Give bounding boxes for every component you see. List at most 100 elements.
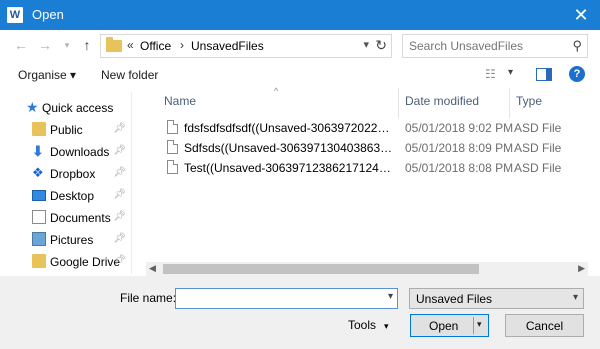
column-header-name[interactable]: Name	[164, 94, 196, 108]
sidebar-item-label: Public	[50, 123, 83, 137]
tools-label: Tools	[348, 318, 377, 332]
open-options-chevron-icon[interactable]: ▾	[477, 319, 482, 330]
file-type: ASD File	[514, 141, 562, 155]
preview-pane-icon[interactable]	[536, 68, 552, 81]
cancel-label: Cancel	[525, 319, 564, 333]
pin-icon: 📌︎	[113, 211, 126, 222]
file-date: 05/01/2018 8:09 PM	[405, 141, 514, 155]
sidebar-item-dropbox[interactable]: ❖ Dropbox 📌︎	[14, 163, 131, 185]
search-input[interactable]	[409, 38, 559, 54]
search-icon[interactable]: ⚲	[572, 38, 582, 54]
sidebar-item-quick-access[interactable]: ★ Quick access	[14, 97, 131, 119]
sidebar-item-downloads[interactable]: ⬇ Downloads 📌︎	[14, 141, 131, 163]
desktop-icon	[32, 190, 46, 201]
tools-button[interactable]: Tools ▾	[348, 318, 389, 332]
help-icon[interactable]: ?	[569, 66, 585, 82]
pin-icon: 📌︎	[113, 255, 126, 266]
search-box[interactable]: ⚲	[402, 34, 588, 58]
file-name-input[interactable]	[179, 291, 374, 306]
breadcrumb-separator: ›	[180, 38, 184, 52]
address-dropdown-icon[interactable]: ▾	[363, 38, 369, 51]
breadcrumb-overflow[interactable]: «	[127, 38, 134, 52]
horizontal-scrollbar[interactable]: ◀ ▶	[146, 262, 588, 276]
file-name: fdsfsdfsdfsdf((Unsaved-306397202225682..…	[184, 121, 396, 135]
file-icon	[167, 140, 178, 154]
file-type: ASD File	[514, 161, 562, 175]
address-row: ← → ▾ ↑ « Office › UnsavedFiles ▾ ↻ ⚲	[0, 30, 600, 62]
back-arrow-icon[interactable]: ←	[12, 36, 30, 54]
window-title: Open	[32, 7, 64, 22]
forward-arrow-icon[interactable]: →	[36, 36, 54, 54]
open-button[interactable]: Open ▾	[410, 314, 489, 337]
scroll-right-icon[interactable]: ▶	[578, 263, 585, 274]
scroll-left-icon[interactable]: ◀	[149, 263, 156, 274]
sidebar-item-label: Google Drive	[50, 255, 121, 269]
bottom-panel: File name: ▾ Unsaved Files ▾ Tools ▾ Open…	[0, 276, 600, 349]
file-icon	[167, 160, 178, 174]
star-icon: ★	[26, 99, 39, 115]
column-header-date[interactable]: Date modified	[405, 94, 479, 108]
file-name-label: File name:	[120, 291, 177, 305]
command-bar: Organise ▾ New folder ☷ ▾ ?	[0, 62, 600, 88]
column-divider[interactable]	[509, 88, 510, 118]
sidebar-item-label: Dropbox	[50, 167, 96, 181]
sidebar-item-label: Desktop	[50, 189, 95, 203]
column-divider[interactable]	[398, 88, 399, 118]
column-header-type[interactable]: Type	[516, 94, 542, 108]
pin-icon: 📌︎	[113, 123, 126, 134]
breadcrumb-office[interactable]: Office	[140, 39, 171, 53]
file-row[interactable]: Test((Unsaved-306397123862171248)).asd 0…	[164, 158, 588, 178]
scrollbar-thumb[interactable]	[163, 264, 479, 274]
recent-locations-chevron-icon[interactable]: ▾	[58, 36, 76, 54]
file-row[interactable]: fdsfsdfsdfsdf((Unsaved-306397202225682..…	[164, 118, 588, 138]
pictures-icon	[32, 232, 46, 246]
folder-icon	[32, 122, 46, 136]
up-arrow-icon[interactable]: ↑	[78, 36, 96, 54]
file-type-select[interactable]: Unsaved Files ▾	[409, 288, 584, 309]
open-label: Open	[429, 319, 459, 333]
refresh-icon[interactable]: ↻	[375, 37, 387, 54]
view-dropdown-icon[interactable]: ▾	[508, 67, 513, 78]
pin-icon: 📌︎	[113, 167, 126, 178]
view-options-icon[interactable]: ☷	[485, 67, 501, 81]
sidebar-item-desktop[interactable]: Desktop 📌︎	[14, 185, 131, 207]
cancel-button[interactable]: Cancel	[505, 314, 584, 337]
file-name: Sdfsds((Unsaved-306397130403863952)).a..…	[184, 141, 396, 155]
sidebar-item-label: Documents	[50, 211, 111, 225]
sort-ascending-icon: ^	[274, 86, 279, 96]
new-folder-button[interactable]: New folder	[101, 68, 158, 82]
file-type: ASD File	[514, 121, 562, 135]
dropbox-icon: ❖	[32, 165, 44, 180]
sidebar-item-label: Quick access	[42, 101, 114, 115]
sidebar-item-pictures[interactable]: Pictures 📌︎	[14, 229, 131, 251]
chevron-down-icon[interactable]: ▾	[388, 291, 393, 302]
file-list: ^ Name Date modified Type fdsfsdfsdfsdf(…	[146, 86, 588, 276]
documents-icon	[32, 210, 46, 224]
file-name: Test((Unsaved-306397123862171248)).asd	[184, 161, 396, 175]
sidebar-item-label: Downloads	[50, 145, 110, 159]
chevron-down-icon[interactable]: ▾	[573, 292, 578, 303]
organise-button[interactable]: Organise ▾	[18, 68, 76, 82]
file-name-combobox[interactable]: ▾	[175, 288, 398, 309]
sidebar-item-public[interactable]: Public 📌︎	[14, 119, 131, 141]
address-bar[interactable]: « Office › UnsavedFiles ▾ ↻	[100, 34, 392, 58]
file-icon	[167, 120, 178, 134]
split-divider	[473, 317, 474, 334]
download-icon: ⬇	[32, 143, 44, 159]
file-type-value: Unsaved Files	[416, 292, 493, 306]
breadcrumb-unsavedfiles[interactable]: UnsavedFiles	[191, 39, 264, 53]
sidebar-item-label: Pictures	[50, 233, 94, 247]
pin-icon: 📌︎	[113, 145, 126, 156]
folder-icon	[32, 254, 46, 268]
file-date: 05/01/2018 9:02 PM	[405, 121, 514, 135]
sidebar-item-google-drive[interactable]: Google Drive 📌︎	[14, 251, 131, 273]
pin-icon: 📌︎	[113, 189, 126, 200]
navigation-pane: ★ Quick access Public 📌︎ ⬇ Downloads 📌︎ …	[14, 92, 132, 274]
sidebar-item-documents[interactable]: Documents 📌︎	[14, 207, 131, 229]
chevron-down-icon: ▾	[384, 321, 389, 331]
word-icon: W	[7, 7, 23, 23]
folder-icon	[106, 37, 122, 52]
close-icon[interactable]: ✕	[570, 4, 592, 26]
file-row[interactable]: Sdfsds((Unsaved-306397130403863952)).a..…	[164, 138, 588, 158]
file-date: 05/01/2018 8:08 PM	[405, 161, 514, 175]
